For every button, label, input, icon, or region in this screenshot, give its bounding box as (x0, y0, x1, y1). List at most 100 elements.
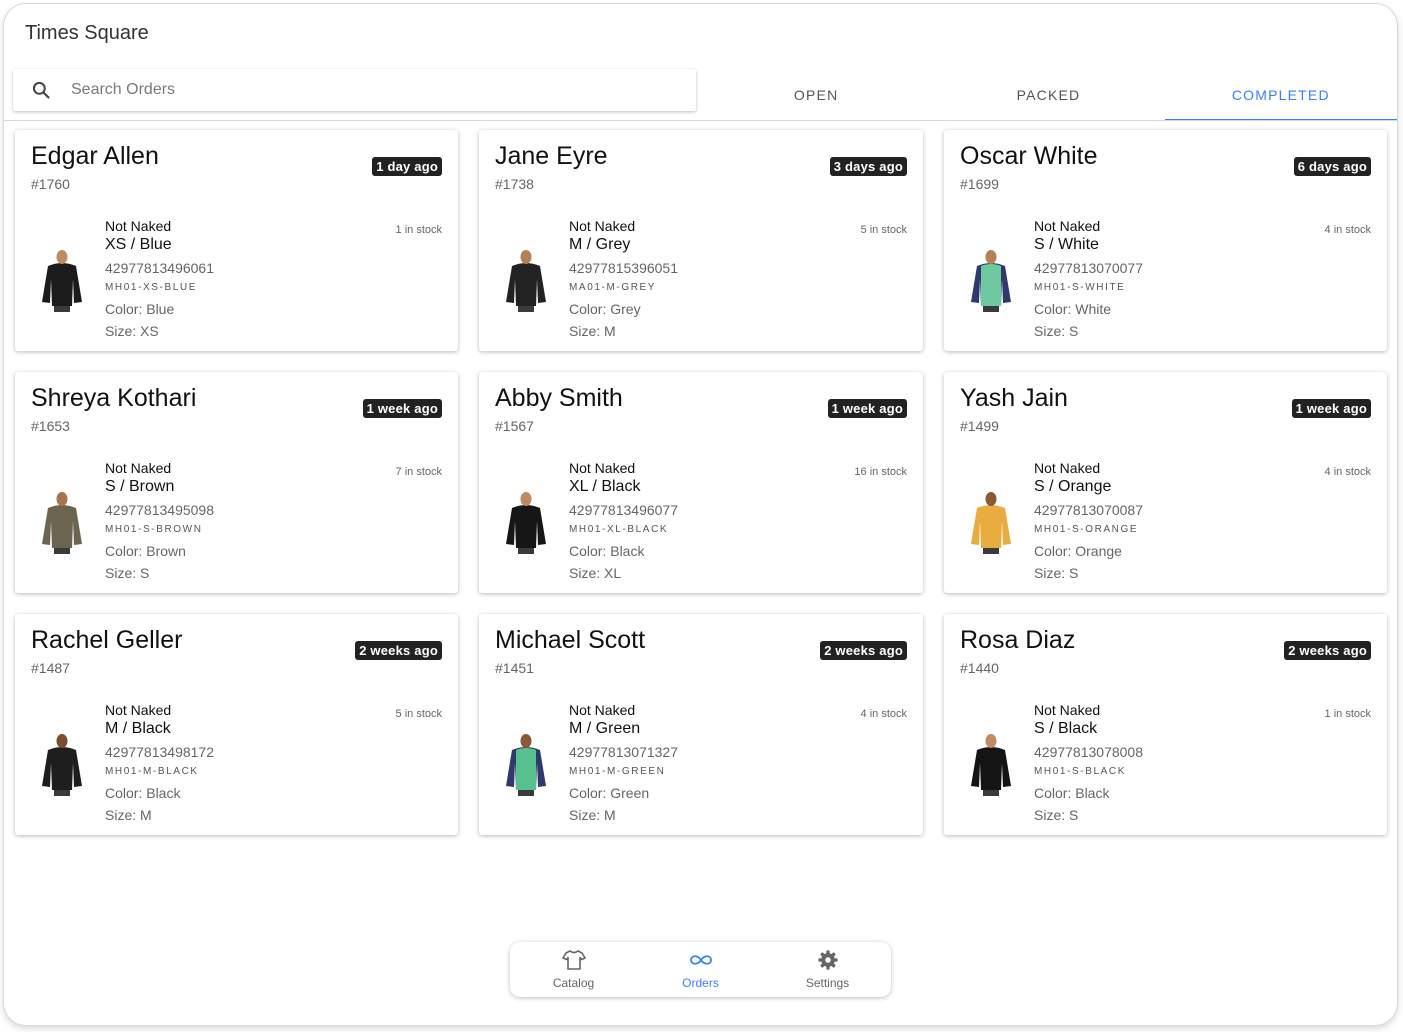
product-thumbnail (501, 730, 551, 796)
product-color: Color: Blue (105, 301, 175, 317)
tab-completed[interactable]: COMPLETED (1164, 69, 1397, 121)
product-variant: XS / Blue (105, 236, 172, 253)
order-age-badge: 6 days ago (1293, 157, 1371, 176)
customer-name: Edgar Allen (31, 142, 159, 170)
product-size: Size: S (1034, 565, 1079, 581)
order-number: #1499 (960, 418, 999, 434)
product-sku: MA01-M-GREY (569, 282, 657, 293)
tab-open[interactable]: OPEN (700, 69, 932, 121)
product-vendor: Not Naked (105, 702, 172, 718)
order-card[interactable]: Jane Eyre #1738 3 days ago 5 in stock Not Na… (479, 130, 923, 351)
product-barcode: 42977813495098 (105, 502, 215, 518)
product-variant: XL / Black (569, 478, 641, 495)
stock-count: 5 in stock (395, 708, 442, 720)
order-number: #1567 (495, 418, 534, 434)
order-status-tabs: OPEN PACKED COMPLETED (700, 69, 1397, 121)
search-input[interactable] (69, 80, 673, 100)
nav-catalog-label: Catalog (552, 976, 595, 990)
stock-count: 4 in stock (860, 708, 907, 720)
order-number: #1653 (31, 418, 70, 434)
product-color: Color: Black (1034, 785, 1110, 801)
order-card[interactable]: Oscar White #1699 6 days ago 4 in stock Not … (944, 130, 1387, 351)
nav-settings[interactable]: Settings (764, 942, 891, 997)
stock-count: 1 in stock (395, 224, 442, 236)
gear-icon (816, 949, 840, 976)
search-bar[interactable] (13, 69, 696, 111)
product-barcode: 42977813070087 (1034, 502, 1144, 518)
product-thumbnail (501, 488, 551, 554)
nav-orders[interactable]: Orders (637, 942, 764, 997)
stock-count: 16 in stock (854, 466, 907, 478)
order-card[interactable]: Shreya Kothari #1653 1 week ago 7 in stock N… (15, 372, 458, 593)
order-number: #1451 (495, 660, 534, 676)
order-age-badge: 2 weeks ago (355, 641, 442, 660)
order-number: #1699 (960, 176, 999, 192)
nav-orders-label: Orders (682, 976, 719, 990)
order-age-badge: 2 weeks ago (1284, 641, 1371, 660)
product-sku: MH01-S-BLACK (1034, 766, 1126, 777)
product-color: Color: Black (569, 543, 645, 559)
product-size: Size: XL (569, 565, 622, 581)
product-size: Size: S (1034, 807, 1079, 823)
bottom-nav: Catalog Orders Settings (510, 942, 891, 997)
product-barcode: 42977813496061 (105, 260, 215, 276)
product-sku: MH01-S-BROWN (105, 524, 203, 535)
product-color: Color: Orange (1034, 543, 1122, 559)
customer-name: Rachel Geller (31, 626, 183, 654)
order-card[interactable]: Yash Jain #1499 1 week ago 4 in stock Not Na… (944, 372, 1387, 593)
product-sku: MH01-XS-BLUE (105, 282, 197, 293)
page-title: Times Square (25, 22, 149, 44)
nav-catalog[interactable]: Catalog (510, 942, 637, 997)
product-variant: S / Brown (105, 478, 175, 495)
product-color: Color: Black (105, 785, 181, 801)
product-vendor: Not Naked (105, 218, 172, 234)
product-sku: MH01-M-GREEN (569, 766, 666, 777)
product-size: Size: XS (105, 323, 159, 339)
product-size: Size: S (105, 565, 150, 581)
order-card[interactable]: Rosa Diaz #1440 2 weeks ago 1 in stock Not N… (944, 614, 1387, 835)
product-vendor: Not Naked (569, 460, 636, 476)
customer-name: Yash Jain (960, 384, 1068, 412)
product-sku: MH01-S-ORANGE (1034, 524, 1139, 535)
order-grid: Edgar Allen #1760 1 day ago 1 in stock Not N… (15, 130, 1387, 835)
product-color: Color: Brown (105, 543, 186, 559)
stock-count: 1 in stock (1324, 708, 1371, 720)
customer-name: Oscar White (960, 142, 1098, 170)
product-color: Color: Green (569, 785, 650, 801)
customer-name: Rosa Diaz (960, 626, 1076, 654)
order-card[interactable]: Rachel Geller #1487 2 weeks ago 5 in stock N… (15, 614, 458, 835)
tab-packed[interactable]: PACKED (932, 69, 1164, 121)
order-age-badge: 2 weeks ago (820, 641, 907, 660)
nav-settings-label: Settings (805, 976, 850, 990)
product-barcode: 42977813071327 (569, 744, 679, 760)
product-thumbnail (37, 488, 87, 554)
customer-name: Abby Smith (495, 384, 623, 412)
product-vendor: Not Naked (1034, 460, 1101, 476)
order-number: #1738 (495, 176, 534, 192)
stock-count: 7 in stock (395, 466, 442, 478)
order-age-badge: 3 days ago (829, 157, 907, 176)
order-age-badge: 1 week ago (362, 399, 442, 418)
product-sku: MH01-M-BLACK (105, 766, 199, 777)
order-card[interactable]: Michael Scott #1451 2 weeks ago 4 in stock N… (479, 614, 923, 835)
order-card[interactable]: Abby Smith #1567 1 week ago 16 in stock Not … (479, 372, 923, 593)
product-vendor: Not Naked (569, 702, 636, 718)
stock-count: 4 in stock (1324, 224, 1371, 236)
order-card[interactable]: Edgar Allen #1760 1 day ago 1 in stock Not N… (15, 130, 458, 351)
stock-count: 4 in stock (1324, 466, 1371, 478)
product-thumbnail (966, 730, 1016, 796)
product-vendor: Not Naked (1034, 218, 1101, 234)
product-size: Size: M (569, 807, 616, 823)
product-variant: M / Grey (569, 236, 631, 253)
order-age-badge: 1 week ago (827, 399, 907, 418)
product-barcode: 42977813070077 (1034, 260, 1144, 276)
product-variant: S / Orange (1034, 478, 1112, 495)
product-thumbnail (501, 246, 551, 312)
product-thumbnail (966, 246, 1016, 312)
search-icon (13, 80, 69, 100)
product-sku: MH01-XL-BLACK (569, 524, 669, 535)
product-variant: M / Green (569, 720, 641, 737)
order-number: #1487 (31, 660, 70, 676)
product-barcode: 42977813498172 (105, 744, 215, 760)
product-thumbnail (966, 488, 1016, 554)
